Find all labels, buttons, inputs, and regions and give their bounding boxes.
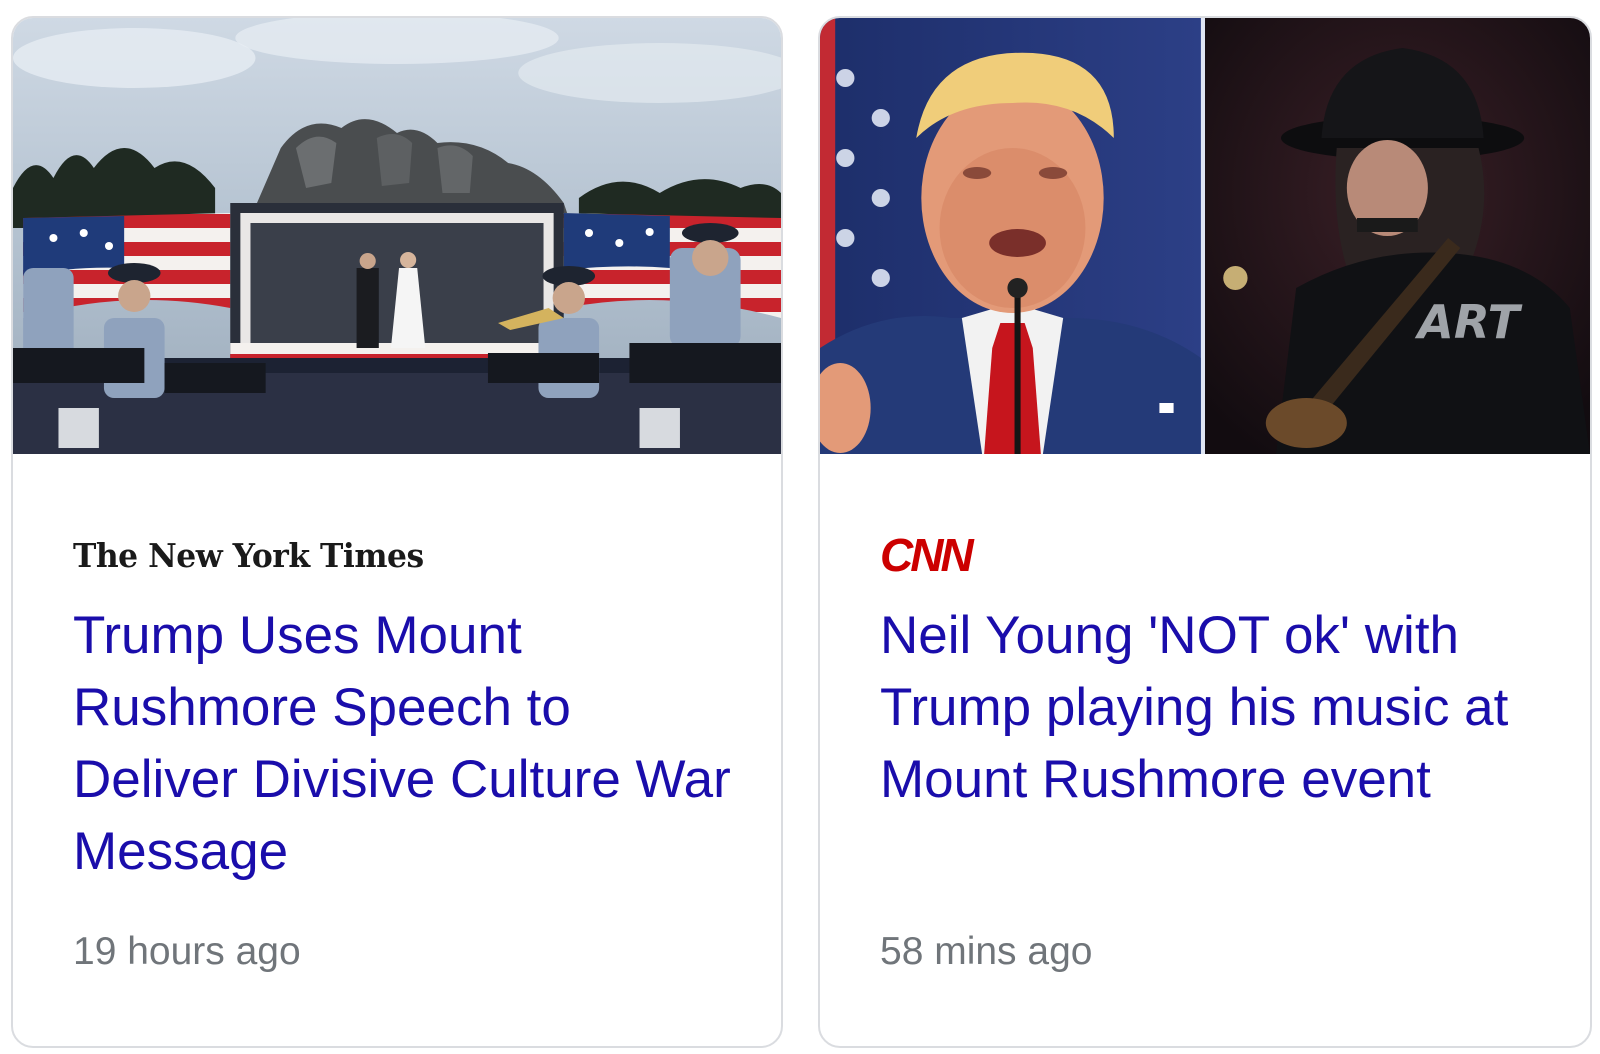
article-timestamp: 19 hours ago	[73, 930, 301, 973]
article-thumbnail-trump-neil-young[interactable]: ART	[820, 18, 1590, 454]
article-timestamp: 58 mins ago	[880, 930, 1093, 973]
cnn-logo: CNN	[880, 529, 974, 581]
trump-neil-young-photo: ART	[820, 18, 1590, 454]
article-thumbnail-rushmore[interactable]	[13, 18, 781, 454]
news-card-cnn[interactable]: ART CNN Neil Young 'NOT ok' with Trump p…	[818, 16, 1592, 1048]
article-headline[interactable]: Trump Uses Mount Rushmore Speech to Deli…	[73, 600, 733, 888]
shirt-text: ART	[1415, 295, 1523, 349]
source-logo-cnn: CNN	[880, 529, 974, 581]
news-carousel: The New York Times Trump Uses Mount Rush…	[0, 0, 1600, 1054]
source-logo-nyt: The New York Times	[73, 530, 442, 580]
rushmore-stage-photo	[13, 18, 781, 454]
article-headline[interactable]: Neil Young 'NOT ok' with Trump playing h…	[880, 600, 1550, 816]
news-card-nyt[interactable]: The New York Times Trump Uses Mount Rush…	[11, 16, 783, 1048]
nyt-logo: The New York Times	[73, 535, 424, 575]
